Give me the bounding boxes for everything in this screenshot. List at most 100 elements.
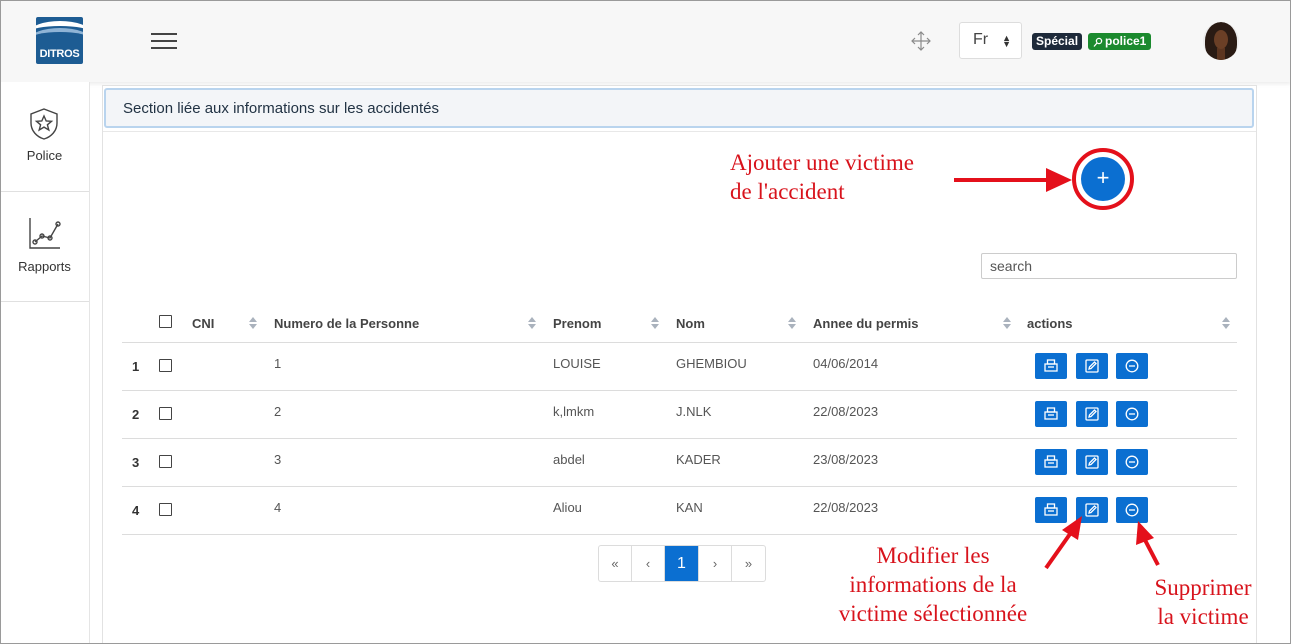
language-select[interactable]: Fr ▲ ▼ (959, 22, 1022, 59)
user-icon (1093, 37, 1103, 47)
cell-nom: GHEMBIOU (676, 356, 747, 371)
minus-circle-icon (1125, 407, 1139, 421)
print-icon (1044, 455, 1058, 468)
sort-icon[interactable] (528, 317, 536, 329)
cell-numero: 3 (274, 452, 282, 467)
row-index: 4 (132, 503, 140, 518)
chart-line-icon (29, 218, 61, 249)
search-input[interactable] (981, 253, 1237, 279)
annotation-text: victime sélectionnée (838, 601, 1028, 626)
sort-icon[interactable] (249, 317, 257, 329)
annotation-text: de l'accident (730, 179, 845, 204)
print-button[interactable] (1035, 449, 1067, 475)
sort-icon[interactable] (1003, 317, 1011, 329)
column-header-prenom[interactable]: Prenom (553, 316, 601, 331)
table-divider (122, 390, 1237, 391)
cell-numero: 4 (274, 500, 282, 515)
edit-icon (1085, 455, 1099, 469)
sidebar-item-rapports[interactable]: Rapports (0, 192, 89, 302)
pagination-first[interactable]: « (599, 546, 632, 581)
fullscreen-move-icon[interactable] (910, 30, 932, 52)
delete-button[interactable] (1116, 353, 1148, 379)
minus-circle-icon (1125, 455, 1139, 469)
column-header-actions: actions (1027, 316, 1073, 331)
print-icon (1044, 503, 1058, 516)
sort-icon[interactable] (788, 317, 796, 329)
print-button[interactable] (1035, 497, 1067, 523)
cell-prenom: LOUISE (553, 356, 601, 371)
cell-annee: 22/08/2023 (813, 500, 879, 515)
cell-prenom: k,lmkm (553, 404, 595, 419)
annotation-text: Ajouter une victime (730, 150, 914, 175)
sort-icon[interactable] (651, 317, 659, 329)
cell-numero: 2 (274, 404, 282, 419)
annotation-add: Ajouter une victime de l'accident (730, 148, 914, 206)
delete-button[interactable] (1116, 497, 1148, 523)
add-victim-button[interactable]: + (1081, 157, 1125, 201)
pagination-page-current[interactable]: 1 (665, 546, 699, 581)
edit-icon (1085, 407, 1099, 421)
section-title: Section liée aux informations sur les ac… (104, 88, 1254, 128)
edit-icon (1085, 359, 1099, 373)
annotation-delete: Supprimer la victime (1143, 573, 1263, 631)
cell-annee: 23/08/2023 (813, 452, 879, 467)
edit-button[interactable] (1076, 449, 1108, 475)
column-header-nom[interactable]: Nom (676, 316, 705, 331)
annotation-text: la victime (1157, 604, 1249, 629)
minus-circle-icon (1125, 503, 1139, 517)
annotation-text: Modifier les (876, 543, 990, 568)
cell-nom: KAN (676, 500, 703, 515)
cell-nom: KADER (676, 452, 721, 467)
row-checkbox[interactable] (159, 455, 172, 468)
print-button[interactable] (1035, 401, 1067, 427)
user-badge[interactable]: police1 (1088, 33, 1152, 50)
column-header-numero[interactable]: Numero de la Personne (274, 316, 419, 331)
print-button[interactable] (1035, 353, 1067, 379)
sort-icon[interactable] (1222, 317, 1230, 329)
row-checkbox[interactable] (159, 503, 172, 516)
shield-star-icon (30, 108, 58, 140)
table-divider (122, 486, 1237, 487)
pagination: « ‹ 1 › » (598, 545, 766, 582)
role-badge-special: Spécial (1032, 33, 1083, 50)
annotation-text: Supprimer (1154, 575, 1252, 600)
table-divider (122, 342, 1237, 343)
user-badge-label: police1 (1105, 34, 1147, 48)
select-caret-icon: ▲ ▼ (1002, 33, 1011, 49)
row-index: 1 (132, 359, 140, 374)
edit-button[interactable] (1076, 497, 1108, 523)
language-value: Fr (973, 31, 989, 48)
sidebar: Police Rapports (0, 82, 90, 644)
sidebar-item-police[interactable]: Police (0, 82, 89, 192)
row-checkbox[interactable] (159, 359, 172, 372)
row-index: 2 (132, 407, 140, 422)
cell-numero: 1 (274, 356, 282, 371)
pagination-next[interactable]: › (699, 546, 732, 581)
cell-annee: 22/08/2023 (813, 404, 879, 419)
print-icon (1044, 407, 1058, 420)
column-header-cni[interactable]: CNI (192, 316, 214, 331)
cell-prenom: abdel (553, 452, 585, 467)
edit-button[interactable] (1076, 353, 1108, 379)
edit-button[interactable] (1076, 401, 1108, 427)
delete-button[interactable] (1116, 449, 1148, 475)
row-checkbox[interactable] (159, 407, 172, 420)
edit-icon (1085, 503, 1099, 517)
sidebar-item-label: Rapports (18, 259, 71, 274)
cell-annee: 04/06/2014 (813, 356, 879, 371)
pagination-last[interactable]: » (732, 546, 765, 581)
menu-toggle-icon[interactable] (151, 33, 177, 49)
table-divider (122, 438, 1237, 439)
column-header-annee[interactable]: Annee du permis (813, 316, 918, 331)
pagination-prev[interactable]: ‹ (632, 546, 665, 581)
top-navbar: DITROS Fr ▲ ▼ Spécial police1 (0, 0, 1291, 82)
sidebar-item-label: Police (26, 148, 63, 163)
annotation-edit: Modifier les informations de la victime … (823, 541, 1043, 628)
row-index: 3 (132, 455, 140, 470)
user-avatar[interactable] (1203, 22, 1239, 60)
minus-circle-icon (1125, 359, 1139, 373)
cell-nom: J.NLK (676, 404, 712, 419)
delete-button[interactable] (1116, 401, 1148, 427)
ditros-logo[interactable]: DITROS (36, 17, 83, 64)
select-all-checkbox[interactable] (159, 315, 172, 328)
